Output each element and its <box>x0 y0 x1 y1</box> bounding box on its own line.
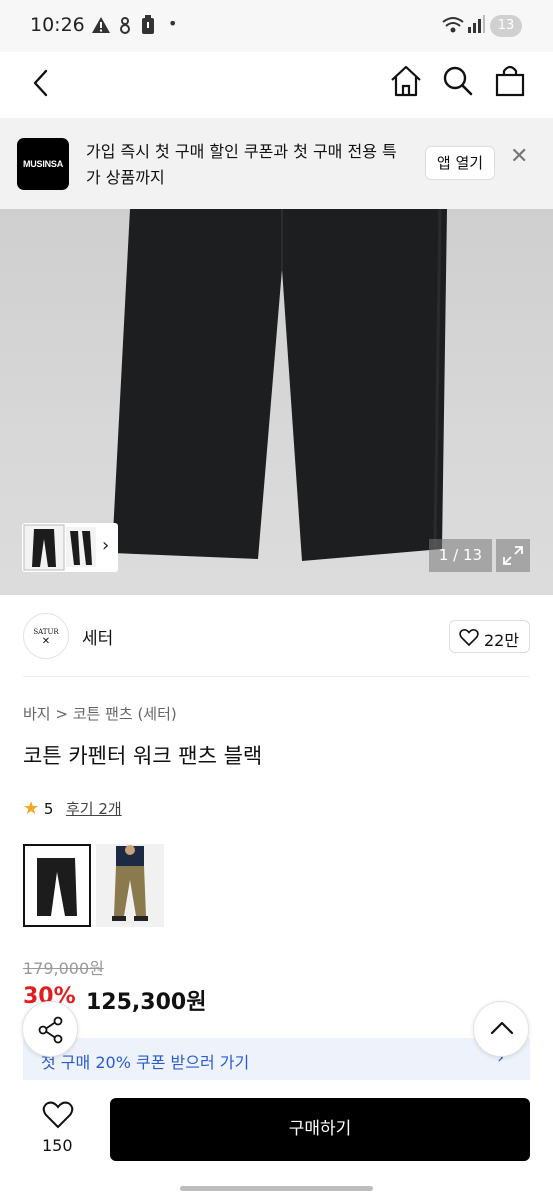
app-install-banner: MUSINSA 가입 즉시 첫 구매 할인 쿠폰과 첫 구매 전용 특가 상품까… <box>0 118 553 209</box>
rating: ★ 5 <box>23 798 53 819</box>
vpn-icon <box>120 17 130 34</box>
divider <box>23 676 530 677</box>
home-icon[interactable] <box>389 64 423 98</box>
top-navigation <box>0 52 553 118</box>
thumbnail-next-arrow[interactable]: › <box>102 535 109 556</box>
chevron-up-icon <box>490 1021 514 1035</box>
scroll-to-top-button[interactable] <box>473 1001 529 1057</box>
wishlist-heart-icon[interactable] <box>42 1100 74 1130</box>
back-arrow-icon[interactable] <box>30 68 52 98</box>
brand-logo[interactable]: SATUR ✕ <box>23 613 69 659</box>
color-option-black-image <box>37 858 77 916</box>
category-breadcrumb[interactable]: 바지 > 코튼 팬츠 (세터) <box>23 703 177 724</box>
bottom-purchase-bar: 150 구매하기 <box>0 1082 553 1200</box>
expand-button[interactable] <box>496 539 530 572</box>
color-option-beige[interactable] <box>96 844 164 927</box>
heart-outline-icon <box>459 629 479 647</box>
coupon-banner[interactable]: 첫 구매 20% 쿠폰 받으러 가기 › <box>23 1038 530 1080</box>
battery-level-badge: 13 <box>490 15 522 37</box>
color-option-beige-image <box>112 845 148 921</box>
status-bar: 10:26 • 13 <box>0 0 553 52</box>
open-app-button[interactable]: 앱 열기 <box>425 146 495 180</box>
original-price: 179,000원 <box>23 959 104 978</box>
thumbnail-strip[interactable]: › <box>22 523 118 572</box>
banner-promo-text: 가입 즉시 첫 구매 할인 쿠폰과 첫 구매 전용 특가 상품까지 <box>86 142 397 187</box>
brand-like-count: 22만 <box>484 631 520 650</box>
share-button[interactable] <box>22 1001 78 1057</box>
brand-like-button[interactable]: 22만 <box>449 620 530 653</box>
sale-price: 125,300원 <box>86 990 207 1015</box>
star-icon: ★ <box>23 798 40 819</box>
expand-icon <box>503 546 523 565</box>
share-icon <box>38 1016 63 1044</box>
musinsa-logo: MUSINSA <box>17 138 69 190</box>
brand-name[interactable]: 세터 <box>82 624 113 649</box>
search-icon[interactable] <box>441 64 475 98</box>
battery-saver-icon <box>142 15 154 34</box>
wishlist-count: 150 <box>42 1136 73 1155</box>
warning-icon <box>92 17 110 33</box>
shopping-bag-icon[interactable] <box>494 64 526 98</box>
product-image-carousel[interactable]: › 1 / 13 <box>0 209 553 595</box>
buy-button[interactable]: 구매하기 <box>110 1098 530 1161</box>
home-indicator[interactable] <box>180 1186 373 1191</box>
product-title: 코튼 카펜터 워크 팬츠 블랙 <box>23 744 263 768</box>
brand-logo-text: SATUR <box>33 628 59 636</box>
brand-logo-mark: ✕ <box>41 636 51 647</box>
status-dot: • <box>168 14 178 33</box>
signal-icon <box>468 15 485 33</box>
image-counter: 1 / 13 <box>429 539 492 572</box>
review-count-link[interactable]: 후기 2개 <box>66 798 122 819</box>
coupon-text: 첫 구매 20% 쿠폰 받으러 가기 <box>41 1053 250 1072</box>
wifi-icon <box>442 17 464 33</box>
close-banner-button[interactable]: ✕ <box>510 144 528 169</box>
status-time: 10:26 <box>30 14 85 36</box>
rating-value: 5 <box>43 800 54 818</box>
color-option-black[interactable] <box>23 844 91 927</box>
